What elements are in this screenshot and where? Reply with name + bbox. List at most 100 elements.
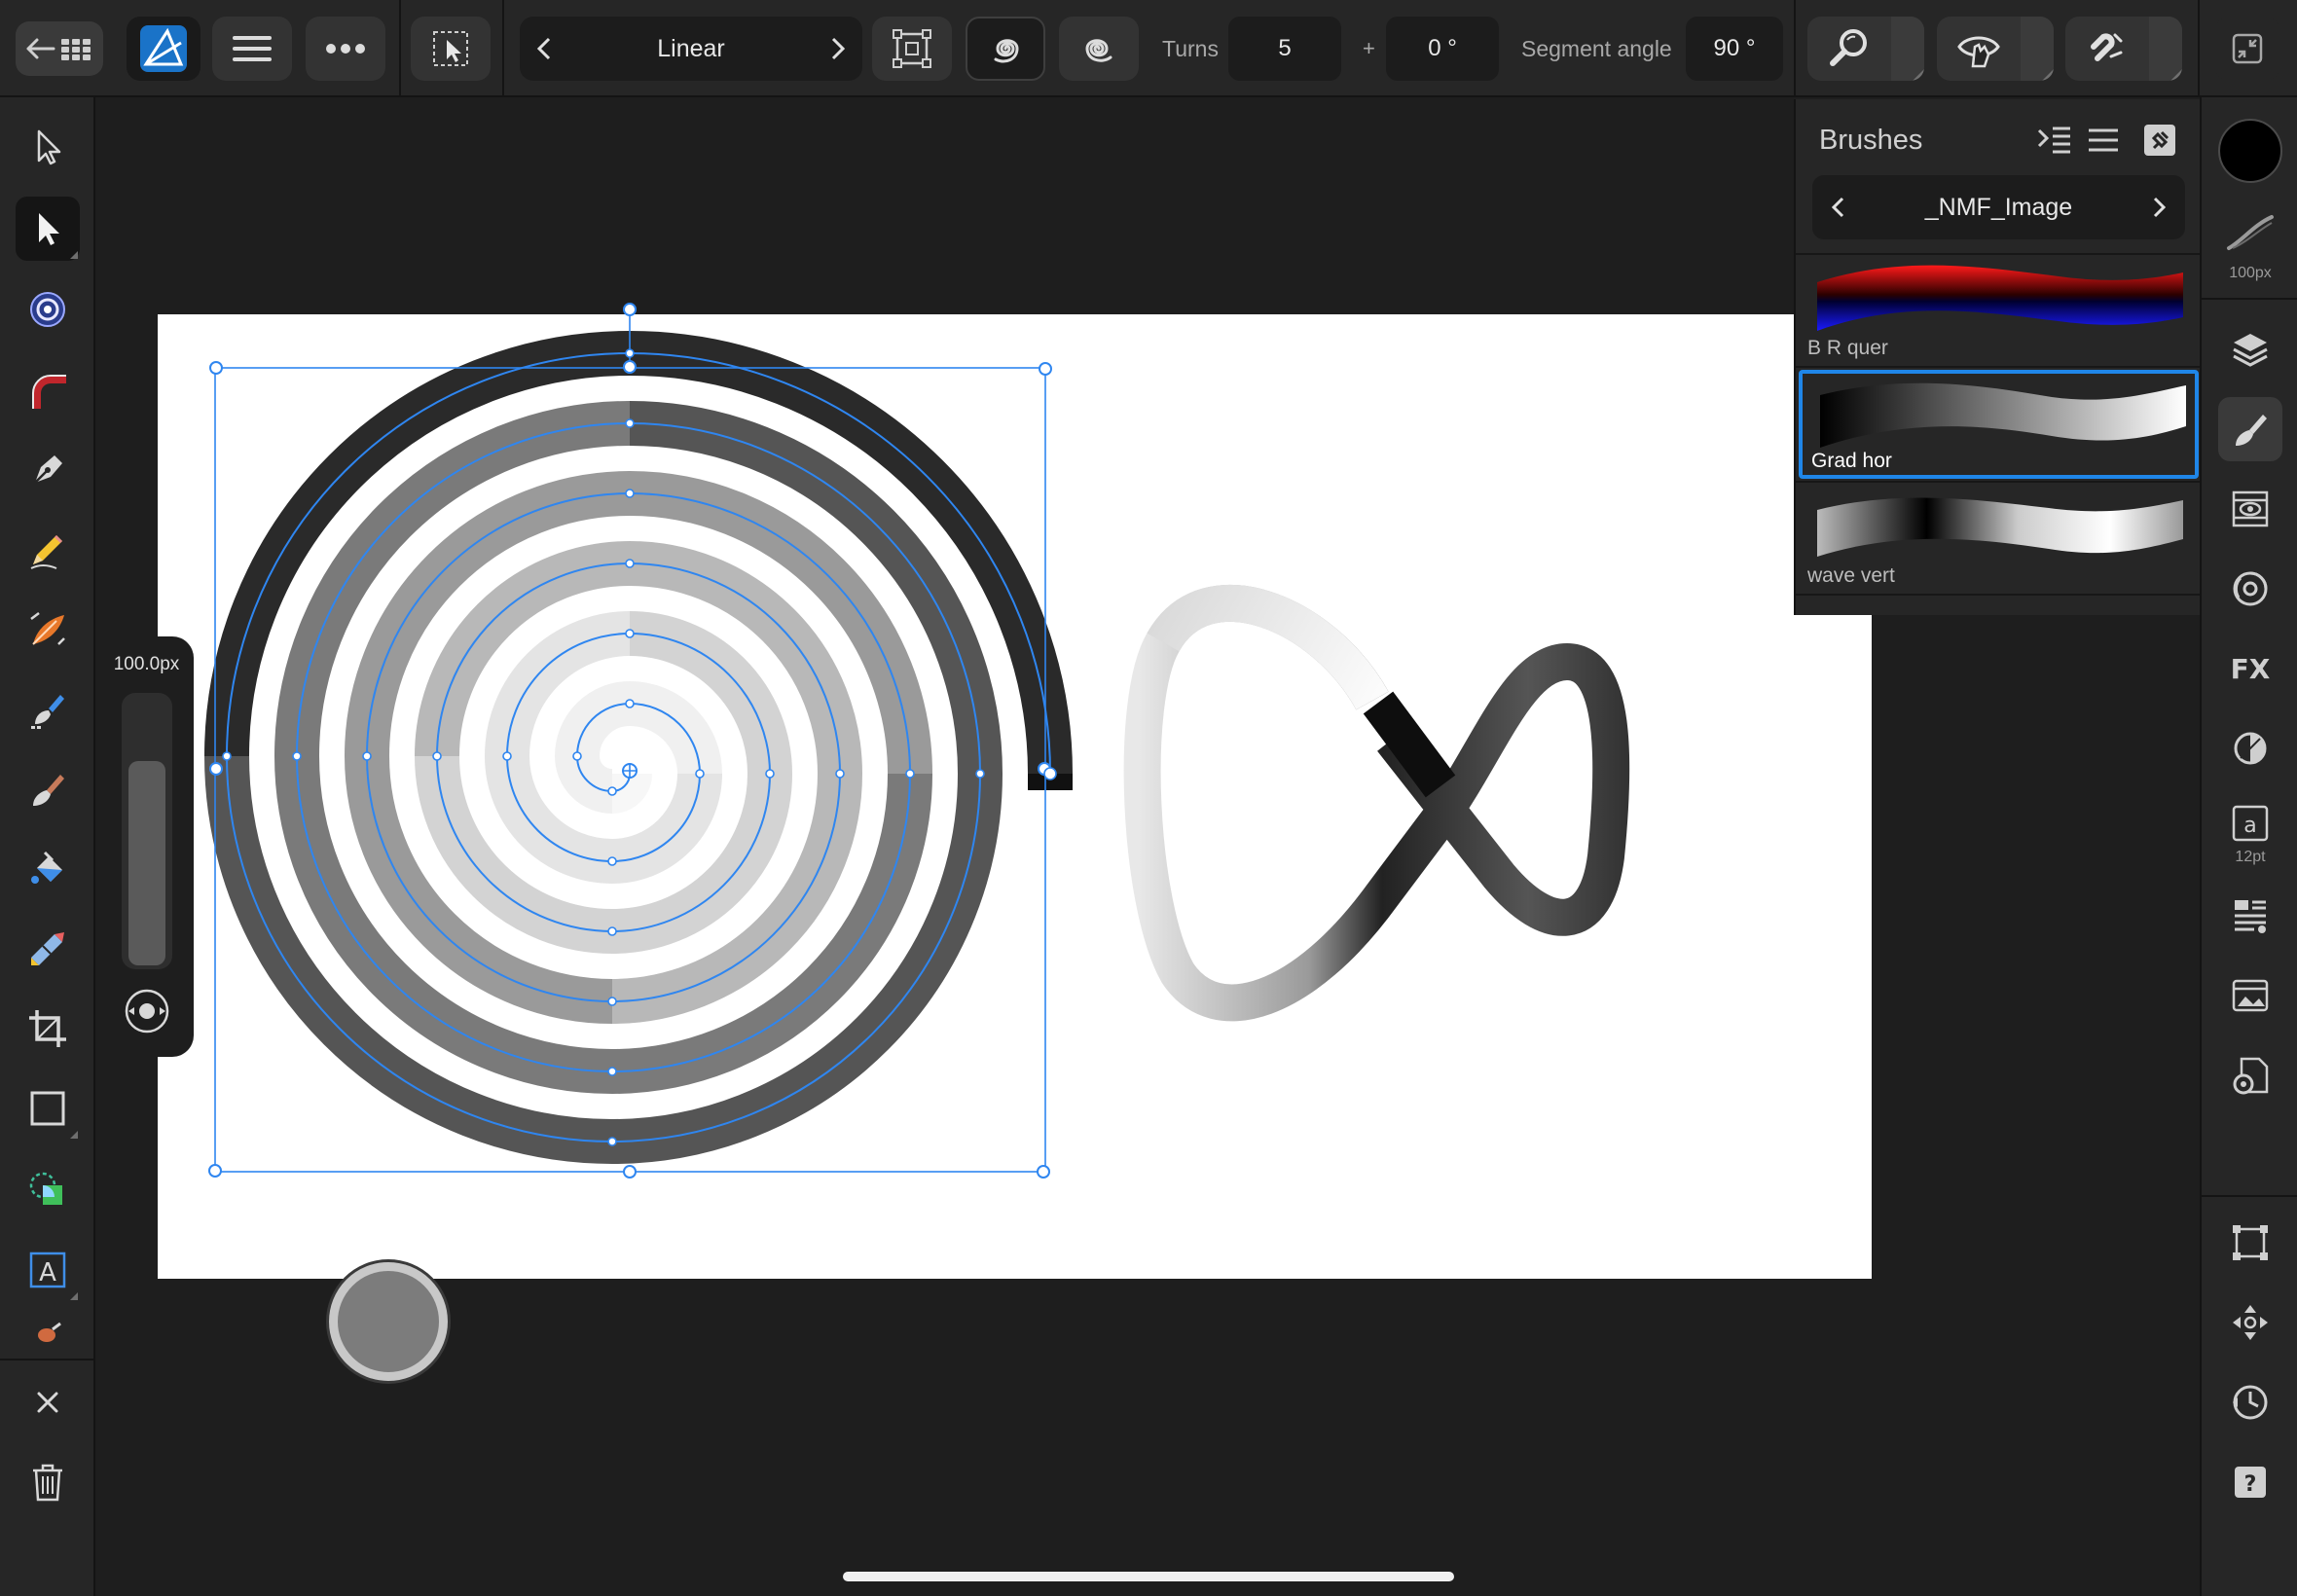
transform-box-button[interactable] <box>872 17 952 81</box>
brushes-studio-button[interactable] <box>2218 397 2282 461</box>
text-size-label: 12pt <box>2235 849 2266 865</box>
magnet-toggle[interactable] <box>2065 17 2149 81</box>
brush-size-value: 100.0px <box>113 654 180 674</box>
chevron-right-icon[interactable] <box>829 36 847 61</box>
chevron-left-icon[interactable] <box>1830 196 1845 219</box>
corner-tool[interactable] <box>16 358 80 422</box>
stroke-size-label: 100px <box>2229 265 2272 281</box>
turns-field[interactable]: 5 <box>1228 17 1341 81</box>
delete-button[interactable] <box>16 1450 80 1514</box>
symbols-studio-button[interactable] <box>2218 557 2282 621</box>
brush-item-wave-vert[interactable]: wave vert <box>1796 483 2202 594</box>
brush-size-popup: 100.0px <box>99 636 194 1057</box>
more-button[interactable] <box>306 17 385 81</box>
magnet-options-dropdown[interactable] <box>2149 17 2182 81</box>
transform-panel-button[interactable] <box>2218 1211 2282 1275</box>
pen-tool[interactable] <box>16 438 80 502</box>
fx-icon: FX <box>2231 653 2271 685</box>
brush-name: Grad hor <box>1811 450 1892 472</box>
primary-color-well[interactable] <box>2216 117 2284 185</box>
back-to-documents-button[interactable] <box>16 21 103 76</box>
character-icon: a <box>2232 805 2269 842</box>
brush-item-b-r-quer[interactable]: B R quer <box>1796 255 2202 366</box>
trash-icon <box>33 1464 62 1502</box>
layers-icon <box>2233 334 2268 367</box>
chevron-right-icon[interactable] <box>2152 196 2168 219</box>
vector-brush-tool[interactable] <box>16 598 80 662</box>
assets-icon <box>2232 979 2269 1012</box>
view-mode-toggle[interactable] <box>1937 17 2021 81</box>
brush-size-slider-fill[interactable] <box>128 761 165 965</box>
collapse-ui-button[interactable] <box>2215 17 2279 81</box>
snap-search-toggle[interactable] <box>1807 17 1891 81</box>
brush-list-view-button[interactable] <box>2033 113 2076 167</box>
paint-brush-tool[interactable] <box>16 757 80 821</box>
more-icon <box>326 44 365 54</box>
spiral-counterclockwise-button[interactable] <box>1059 17 1139 81</box>
offset-angle-field[interactable]: 0 ° <box>1386 17 1499 81</box>
shape-builder-tool[interactable] <box>16 1158 80 1222</box>
adjustment-studio-button[interactable] <box>2218 716 2282 780</box>
rectangle-tool[interactable] <box>16 1076 80 1141</box>
spiral-type-selector[interactable]: Linear <box>520 17 862 81</box>
layers-studio-button[interactable] <box>2218 317 2282 381</box>
segment-angle-field[interactable]: 90 ° <box>1686 17 1783 81</box>
toolbar-separator <box>2198 0 2200 97</box>
snapping-options-dropdown[interactable] <box>1891 17 1924 81</box>
more-tools[interactable] <box>16 1314 80 1353</box>
document-settings-button[interactable] <box>2218 1043 2282 1107</box>
pixel-brush-tool[interactable] <box>16 677 80 742</box>
stroke-width-button[interactable] <box>2218 204 2282 261</box>
pencil-tool[interactable] <box>16 518 80 582</box>
home-indicator[interactable] <box>843 1572 1454 1581</box>
view-mode-dropdown[interactable] <box>2021 17 2054 81</box>
document-settings-icon <box>2233 1057 2269 1095</box>
move-tool-icon <box>37 129 61 165</box>
help-icon: ? <box>2235 1467 2266 1498</box>
spiral-clockwise-button[interactable] <box>966 17 1045 81</box>
document-page[interactable] <box>158 314 1872 1279</box>
toolbar-separator <box>502 0 504 97</box>
brush-category-selector[interactable]: _NMF_Image <box>1812 175 2185 239</box>
corner-tool-icon <box>32 375 66 409</box>
menu-button[interactable] <box>212 17 292 81</box>
pen-tool-icon <box>34 455 62 484</box>
transparency-tool[interactable] <box>16 917 80 981</box>
paragraph-studio-button[interactable] <box>2218 884 2282 948</box>
move-tool[interactable] <box>16 115 80 179</box>
snapping-magnet-button[interactable] <box>2065 17 2182 81</box>
close-icon <box>37 1392 58 1413</box>
persona-switcher-button[interactable] <box>127 17 201 81</box>
select-transform-button[interactable] <box>411 17 491 81</box>
brush-preview <box>1817 265 2183 331</box>
paint-brush-icon <box>38 1322 61 1342</box>
color-swatch <box>2218 119 2282 183</box>
brush-name: B R quer <box>1807 337 1888 359</box>
pin-panel-button[interactable] <box>2138 113 2181 167</box>
brush-item-grad-hor[interactable]: Grad hor <box>1799 370 2199 479</box>
brushes-studio-icon <box>2236 415 2267 446</box>
view-mode-button[interactable] <box>1937 17 2054 81</box>
crop-tool[interactable] <box>16 997 80 1061</box>
current-color-swatch[interactable] <box>329 1262 448 1381</box>
history-button[interactable] <box>2218 1370 2282 1434</box>
chevron-left-icon[interactable] <box>535 36 553 61</box>
close-button[interactable] <box>16 1370 80 1434</box>
node-tool[interactable] <box>16 197 80 261</box>
brush-category-label: _NMF_Image <box>1924 193 2073 221</box>
select-transform-icon <box>433 31 468 66</box>
fill-tool[interactable] <box>16 837 80 901</box>
fx-studio-button[interactable]: FX <box>2218 636 2282 701</box>
help-button[interactable]: ? <box>2218 1450 2282 1514</box>
navigator-button[interactable] <box>2218 1290 2282 1355</box>
text-tool[interactable]: A <box>16 1238 80 1302</box>
stock-studio-button[interactable] <box>2218 477 2282 541</box>
point-transform-tool[interactable] <box>16 277 80 342</box>
stock-icon <box>2232 490 2269 527</box>
assets-studio-button[interactable] <box>2218 963 2282 1028</box>
brush-panel-menu-button[interactable] <box>2082 113 2125 167</box>
character-studio-button[interactable]: a <box>2218 796 2282 851</box>
snapping-button[interactable] <box>1807 17 1924 81</box>
hardness-toggle[interactable] <box>123 987 171 1040</box>
text-tool-icon: A <box>29 1251 66 1288</box>
